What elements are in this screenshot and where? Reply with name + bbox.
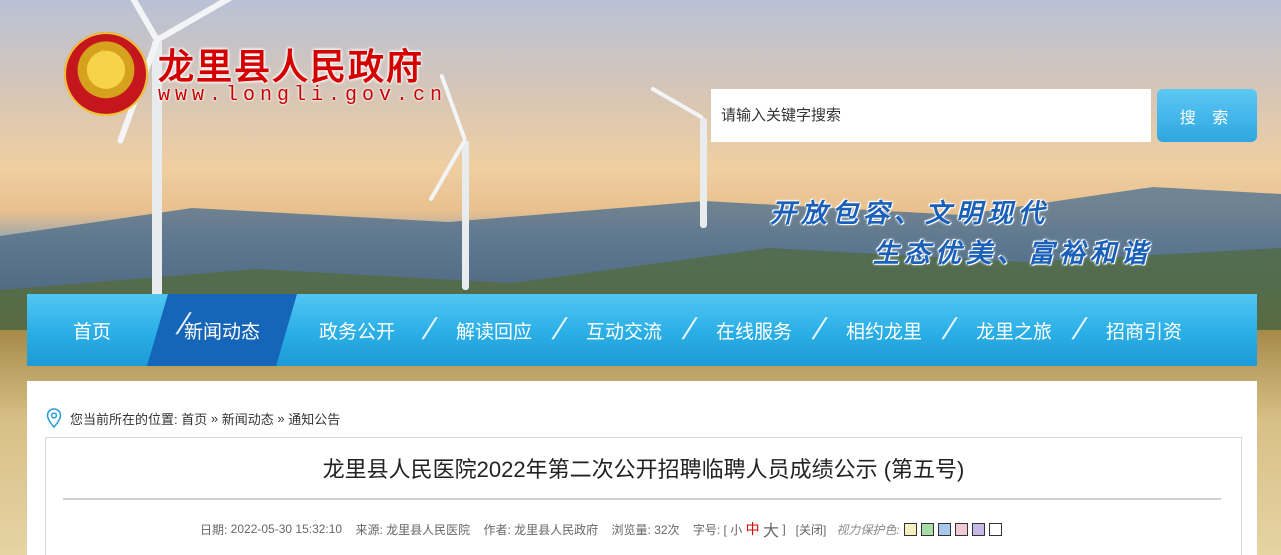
nav-item-home[interactable]: 首页 — [27, 294, 157, 366]
font-large-button[interactable]: 大 — [763, 517, 779, 541]
search-input[interactable] — [711, 89, 1151, 142]
font-small-button[interactable]: 小 — [730, 521, 742, 538]
search-button[interactable]: 搜 索 — [1157, 89, 1257, 142]
breadcrumb-prefix: 您当前所在的位置: — [70, 411, 182, 427]
eye-care-label: 视力保护色: — [836, 522, 900, 537]
font-medium-button[interactable]: 中 — [746, 519, 760, 539]
eye-care-color-white[interactable] — [988, 522, 1002, 536]
article-meta: 日期: 2022-05-30 15:32:10 来源: 龙里县人民医院 作者: … — [200, 517, 1002, 541]
breadcrumb-separator: » — [273, 410, 289, 426]
eye-care-color-pink[interactable] — [954, 522, 968, 536]
views-label: 浏览量: — [611, 522, 655, 537]
nav-item-investment[interactable]: 招商引资 — [1086, 294, 1202, 366]
eye-care-color-blue[interactable] — [937, 522, 951, 536]
location-pin-icon — [46, 408, 62, 428]
nav-item-interpretation[interactable]: 解读回应 — [436, 294, 552, 366]
nav-item-gov-open[interactable]: 政务公开 — [292, 294, 422, 366]
breadcrumb: 您当前所在的位置: 首页 » 新闻动态 » 通知公告 — [46, 408, 340, 428]
wind-turbine-image — [700, 118, 707, 228]
site-title[interactable]: 龙里县人民政府 — [158, 38, 424, 90]
breadcrumb-separator: » — [207, 410, 222, 426]
slogan-line-1: 开放包容、文明现代 — [770, 199, 1050, 229]
slogan-line-2: 生态优美、富裕和谐 — [873, 239, 1153, 269]
font-size-label: 字号: [ — [692, 522, 727, 537]
article-author: 龙里县人民政府 — [514, 522, 599, 537]
nav-item-meet-longli[interactable]: 相约龙里 — [826, 294, 942, 366]
breadcrumb-home[interactable]: 首页 — [181, 409, 207, 428]
date-label: 日期: — [200, 522, 231, 537]
site-url: www.longli.gov.cn — [158, 84, 448, 107]
eye-care-color-green[interactable] — [920, 522, 934, 536]
nav-item-online-service[interactable]: 在线服务 — [696, 294, 812, 366]
nav-item-interaction[interactable]: 互动交流 — [566, 294, 682, 366]
main-nav: 首页 新闻动态 政务公开 / 解读回应 / 互动交流 / 在线服务 / 相约龙里… — [27, 294, 1257, 366]
author-label: 作者: — [483, 522, 515, 537]
close-button[interactable]: [关闭] — [796, 521, 827, 538]
breadcrumb-news[interactable]: 新闻动态 — [222, 409, 274, 428]
nav-item-longli-travel[interactable]: 龙里之旅 — [956, 294, 1072, 366]
view-count: 32次 — [654, 522, 680, 537]
publish-date: 2022-05-30 15:32:10 — [230, 522, 343, 536]
nav-item-news[interactable]: 新闻动态 — [147, 294, 297, 366]
source-label: 来源: — [355, 522, 387, 537]
wind-turbine-image — [462, 140, 469, 290]
title-divider — [63, 498, 1221, 500]
article-title: 龙里县人民医院2022年第二次公开招聘临聘人员成绩公示 (第五号) — [322, 457, 965, 482]
national-emblem-logo[interactable]: ★ — [64, 32, 148, 116]
article-source: 龙里县人民医院 — [386, 522, 471, 537]
breadcrumb-notices[interactable]: 通知公告 — [288, 409, 340, 428]
eye-care-color-purple[interactable] — [971, 522, 985, 536]
eye-care-color-yellow[interactable] — [903, 522, 917, 536]
